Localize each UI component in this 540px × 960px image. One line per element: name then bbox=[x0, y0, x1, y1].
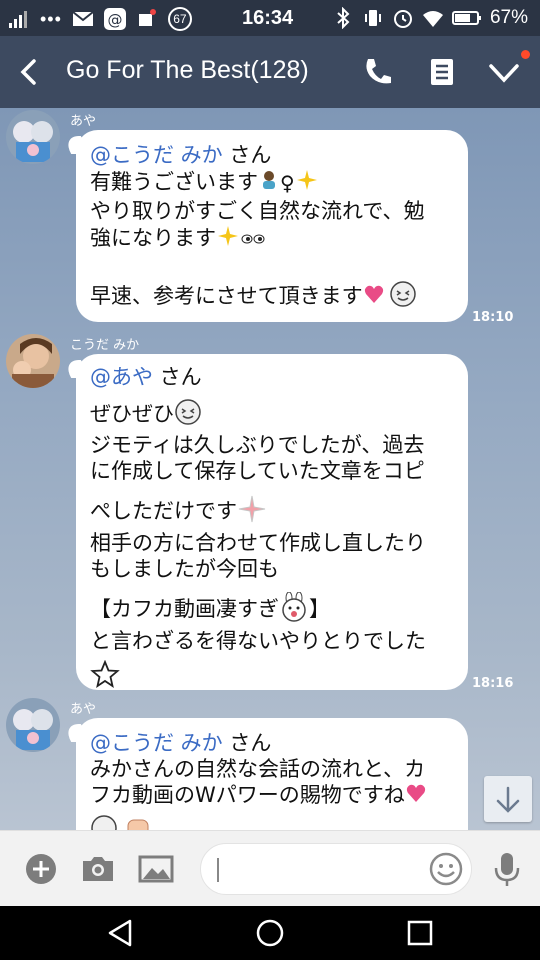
cup-icon bbox=[138, 9, 156, 26]
notes-icon[interactable] bbox=[424, 54, 460, 90]
sparkles-icon bbox=[295, 168, 319, 198]
message-text: さん bbox=[222, 731, 272, 755]
female-sign-icon: ♀ bbox=[280, 171, 295, 195]
person-bowing-emoji-icon bbox=[258, 169, 280, 197]
message-bubble[interactable]: @あや さん ぜひぜひ ジモティは久しぶりでしたが、過去 に作成して保存していた… bbox=[76, 354, 468, 690]
fist-icon bbox=[124, 814, 152, 830]
message-text: もしましたが今回も bbox=[90, 557, 279, 581]
message-text: さん bbox=[153, 365, 202, 389]
alarm-icon bbox=[393, 10, 412, 28]
camera-icon[interactable] bbox=[78, 849, 118, 889]
vibrate-icon bbox=[364, 10, 381, 26]
more-dots-icon: ••• bbox=[40, 8, 62, 29]
message-bubble[interactable]: @こうだ みか さん みかさんの自然な会話の流れと、カ フカ動画のWパワーの賜物… bbox=[76, 718, 468, 830]
sender-name: あや bbox=[70, 114, 97, 129]
battery-percent: 67% bbox=[489, 7, 528, 28]
wifi-icon bbox=[422, 11, 443, 27]
timestamp: 18:10 bbox=[472, 310, 514, 325]
message-text: 強になります bbox=[90, 226, 216, 250]
phone-icon[interactable] bbox=[360, 54, 396, 90]
message-text: フカ動画のWパワーの賜物ですね bbox=[90, 783, 405, 807]
message-text: と言わざるを得ないやりとりでした bbox=[90, 629, 426, 653]
heart-icon bbox=[363, 283, 385, 311]
avatar[interactable] bbox=[6, 698, 60, 752]
grinning-face-icon bbox=[174, 398, 202, 432]
grinning-face-icon bbox=[90, 814, 118, 830]
chevron-down-icon[interactable] bbox=[486, 54, 522, 90]
avatar[interactable] bbox=[6, 110, 60, 164]
mention[interactable]: @こうだ みか bbox=[90, 143, 223, 167]
message-text: みかさんの自然な会話の流れと、カ bbox=[90, 757, 426, 781]
battery-icon bbox=[451, 11, 481, 25]
scroll-to-bottom-button[interactable] bbox=[484, 776, 532, 822]
message-text: に作成して保存していた文章をコピ bbox=[90, 459, 425, 483]
heart-icon bbox=[405, 782, 427, 810]
mail-icon bbox=[72, 11, 94, 26]
message-text: 【カフカ動画凄すぎ bbox=[90, 597, 279, 621]
message-text: ジモティは久しぶりでしたが、過去 bbox=[90, 433, 425, 457]
svg-text:@: @ bbox=[107, 11, 122, 29]
image-icon[interactable] bbox=[136, 849, 176, 889]
grinning-face-icon bbox=[389, 280, 417, 314]
nav-back-icon[interactable] bbox=[104, 917, 136, 949]
back-arrow-icon[interactable] bbox=[14, 56, 46, 88]
timestamp: 18:16 bbox=[472, 676, 514, 691]
sender-name: こうだ みか bbox=[70, 338, 140, 353]
message-text: 】 bbox=[309, 597, 330, 621]
message-bubble[interactable]: @こうだ みか さん 有難うございます ♀ やり取りがすごく自然な流れで、勉 強に… bbox=[76, 130, 468, 322]
nav-home-icon[interactable] bbox=[254, 917, 286, 949]
mic-icon[interactable] bbox=[487, 849, 527, 889]
sparkles-icon bbox=[237, 494, 267, 530]
message-text: 有難うございます bbox=[90, 170, 258, 194]
sparkles-icon bbox=[216, 224, 240, 254]
nav-recents-icon[interactable] bbox=[404, 917, 436, 949]
chat-title: Go For The Best(128) bbox=[66, 56, 309, 84]
add-icon[interactable] bbox=[21, 849, 61, 889]
mention[interactable]: @あや bbox=[90, 365, 153, 389]
star-outline-icon bbox=[90, 659, 120, 694]
chat-header: Go For The Best(128) bbox=[0, 36, 540, 108]
message-text: さん bbox=[222, 143, 272, 167]
status-bar: ••• @ 67 16:34 67% bbox=[0, 0, 540, 36]
notification-dot bbox=[521, 50, 530, 59]
message-text: 相手の方に合わせて作成し直したり bbox=[90, 531, 426, 555]
at-icon: @ bbox=[103, 8, 126, 30]
sender-name: あや bbox=[70, 702, 97, 717]
bunny-face-icon bbox=[279, 591, 309, 628]
bluetooth-icon bbox=[337, 7, 350, 29]
eyes-icon bbox=[240, 226, 266, 252]
message-text: 早速、参考にさせて頂きます bbox=[90, 284, 363, 308]
message-input-bar bbox=[0, 830, 540, 907]
message-text: やり取りがすごく自然な流れで、勉 bbox=[90, 199, 425, 223]
chat-area[interactable]: あや @こうだ みか さん 有難うございます ♀ やり取りがすごく自然な流れで、勉… bbox=[0, 108, 540, 830]
signal-icon bbox=[9, 11, 27, 28]
text-caret bbox=[217, 858, 219, 882]
clock: 16:34 bbox=[242, 7, 294, 29]
emoji-icon[interactable] bbox=[426, 849, 466, 889]
arrow-down-icon bbox=[496, 786, 520, 813]
mention[interactable]: @こうだ みか bbox=[90, 731, 223, 755]
message-text: ぜひぜひ bbox=[90, 402, 174, 426]
message-text: ぺしただけです bbox=[90, 499, 237, 523]
avatar[interactable] bbox=[6, 334, 60, 388]
notification-count-badge: 67 bbox=[167, 7, 192, 31]
android-nav-bar bbox=[0, 906, 540, 960]
